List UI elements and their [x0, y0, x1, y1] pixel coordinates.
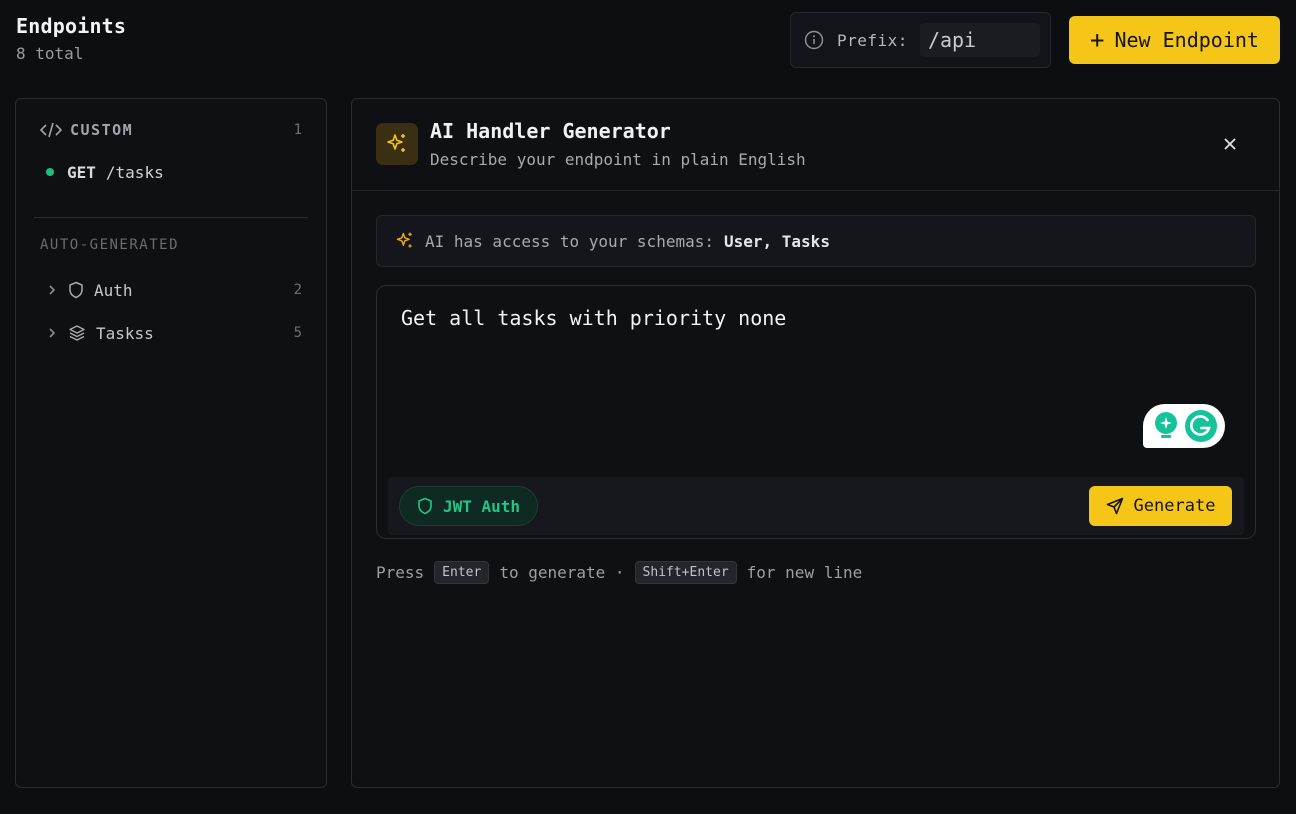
sidebar-endpoint-get-tasks[interactable]: GET /tasks	[46, 161, 164, 183]
group-label: Taskss	[96, 323, 154, 343]
prefix-control: Prefix: /api	[790, 12, 1051, 68]
jwt-auth-label: JWT Auth	[443, 496, 521, 516]
schema-notice-text: AI has access to your schemas:	[425, 231, 714, 251]
generate-label: Generate	[1133, 496, 1216, 516]
shift-enter-key: Shift+Enter	[634, 561, 737, 584]
group-count: 5	[293, 325, 302, 341]
code-icon	[40, 121, 62, 139]
prompt-footer: JWT Auth Generate	[388, 477, 1244, 535]
layers-icon	[68, 324, 86, 342]
prefix-label: Prefix:	[837, 30, 908, 50]
jwt-auth-toggle[interactable]: JWT Auth	[399, 486, 538, 526]
prefix-input[interactable]: /api	[919, 23, 1040, 57]
info-icon[interactable]	[803, 29, 825, 51]
custom-count: 1	[293, 122, 302, 138]
sidebar-divider	[34, 217, 308, 218]
endpoint-count: 8 total	[16, 44, 84, 63]
sparkles-icon	[395, 231, 415, 251]
grammarly-widget[interactable]	[1143, 404, 1225, 448]
chevron-right-icon	[46, 283, 58, 297]
group-label: Auth	[94, 280, 133, 300]
hint-mid: to generate ·	[499, 563, 625, 582]
enter-key: Enter	[434, 561, 490, 584]
prompt-container: Get all tasks with priority none JWT Aut…	[376, 285, 1256, 539]
schema-notice: AI has access to your schemas: User, Tas…	[376, 215, 1256, 267]
status-dot	[46, 168, 54, 176]
ai-generator-panel: AI Handler Generator Describe your endpo…	[351, 98, 1280, 788]
auto-generated-header: AUTO-GENERATED	[40, 237, 180, 253]
shield-icon	[417, 497, 433, 515]
panel-divider	[352, 190, 1279, 191]
schema-names: User, Tasks	[723, 231, 830, 251]
send-icon	[1106, 497, 1124, 515]
chevron-right-icon	[46, 326, 58, 340]
plus-icon: +	[1090, 26, 1105, 54]
prompt-input[interactable]: Get all tasks with priority none	[401, 306, 786, 330]
endpoint-path: /tasks	[105, 162, 164, 182]
close-icon[interactable]	[1221, 135, 1239, 153]
shield-icon	[68, 281, 84, 299]
group-count: 2	[293, 282, 302, 298]
sidebar-group-taskss[interactable]: Taskss 5	[46, 322, 302, 344]
hint-press: Press	[376, 563, 425, 582]
hint-end: for new line	[746, 563, 863, 582]
endpoints-sidebar: CUSTOM 1 GET /tasks AUTO-GENERATED Auth …	[15, 98, 327, 788]
panel-subtitle: Describe your endpoint in plain English	[430, 150, 806, 169]
generate-button[interactable]: Generate	[1089, 486, 1232, 526]
keyboard-hint: Press Enter to generate · Shift+Enter fo…	[376, 561, 862, 584]
lightbulb-icon	[1151, 410, 1181, 442]
sparkles-icon	[376, 123, 418, 165]
custom-section-label: CUSTOM	[70, 121, 134, 139]
new-endpoint-label: New Endpoint	[1114, 28, 1259, 52]
sidebar-group-auth[interactable]: Auth 2	[46, 279, 302, 301]
endpoint-method: GET	[67, 162, 96, 182]
grammarly-icon	[1184, 409, 1218, 443]
custom-section-header[interactable]: CUSTOM 1	[40, 119, 302, 141]
panel-title: AI Handler Generator	[430, 119, 671, 143]
new-endpoint-button[interactable]: + New Endpoint	[1069, 16, 1280, 64]
page-title: Endpoints	[16, 14, 127, 38]
